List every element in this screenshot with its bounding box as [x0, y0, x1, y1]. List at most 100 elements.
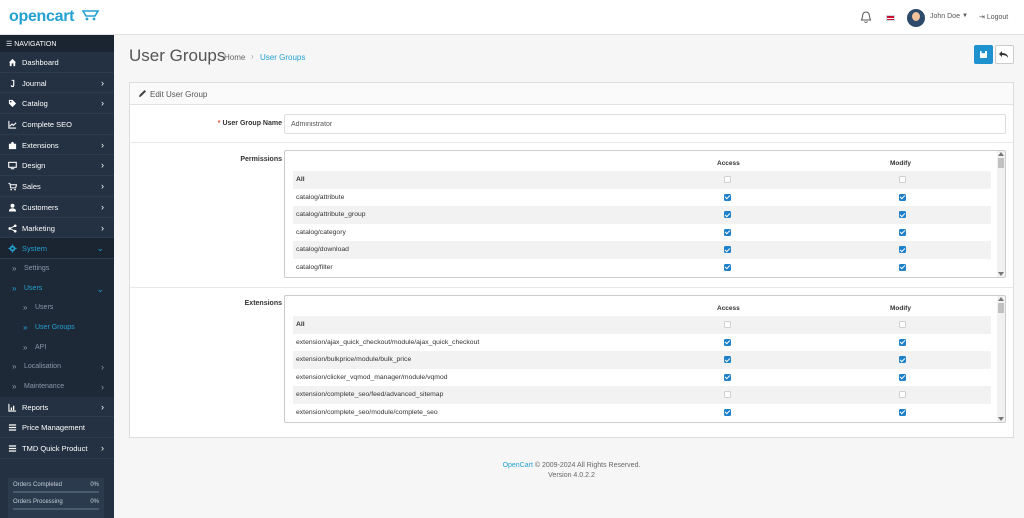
save-button[interactable] [974, 45, 993, 64]
modify-checkbox[interactable] [899, 211, 906, 219]
scroll-up-arrow-icon[interactable] [998, 297, 1004, 301]
user-group-name-label: * User Group Name [218, 120, 282, 127]
sidebar-item-label: Price Management [22, 423, 85, 433]
table-row: catalog/attribute_group [293, 206, 991, 224]
breadcrumb-current[interactable]: User Groups [260, 53, 305, 62]
sidebar-item-journal[interactable]: Journal › [0, 73, 114, 94]
scrollbar[interactable] [997, 296, 1005, 422]
sidebar-item-customers[interactable]: Customers › [0, 197, 114, 218]
double-chevron-icon: » [23, 322, 28, 332]
required-marker: * [217, 120, 221, 127]
chevron-down-icon: ⌄ [96, 243, 104, 254]
sidebar-subitem-user-groups[interactable]: » User Groups [0, 317, 114, 338]
access-checkbox[interactable] [724, 391, 731, 399]
sidebar-subitem-users-list[interactable]: » Users [0, 298, 114, 318]
access-checkbox[interactable] [724, 338, 731, 346]
access-checkbox[interactable] [724, 211, 731, 219]
sidebar-item-system[interactable]: System ⌄ [0, 238, 114, 259]
access-checkbox[interactable] [724, 263, 731, 271]
home-icon [8, 58, 17, 67]
modify-all-checkbox[interactable] [899, 176, 906, 183]
sidebar-item-label: Dashboard [22, 58, 59, 67]
access-checkbox[interactable] [724, 408, 731, 416]
route-label: extension/complete_seo/feed/advanced_sit… [296, 391, 444, 399]
copyright-line: OpenCart © 2009-2024 All Rights Reserved… [129, 461, 1014, 471]
stat-percent: 0% [90, 499, 99, 505]
caret-down-icon[interactable]: ▼ [962, 13, 968, 19]
modify-checkbox[interactable] [899, 338, 906, 346]
route-label: catalog/category [296, 228, 346, 236]
user-group-name-input[interactable] [284, 114, 1006, 134]
bell-icon[interactable] [860, 11, 872, 24]
access-checkbox[interactable] [724, 193, 731, 201]
extensions-list[interactable]: Access Modify All extension/ajax_quick_c… [284, 295, 1006, 423]
access-checkbox[interactable] [724, 356, 731, 364]
scrollbar[interactable] [997, 151, 1005, 277]
sidebar-subitem-localisation[interactable]: » Localisation › [0, 357, 114, 377]
progress-bar [13, 508, 99, 510]
logout-link[interactable]: ⇥ Logout [979, 13, 1008, 21]
opencart-link[interactable]: OpenCart [503, 462, 533, 469]
access-checkbox[interactable] [724, 228, 731, 236]
scroll-down-arrow-icon[interactable] [998, 272, 1004, 276]
modify-checkbox[interactable] [899, 193, 906, 201]
sidebar-item-dashboard[interactable]: Dashboard [0, 52, 114, 73]
sidebar-item-tmd-quick-product[interactable]: TMD Quick Product › [0, 438, 114, 459]
modify-checkbox[interactable] [899, 228, 906, 236]
double-chevron-icon: » [12, 263, 17, 273]
access-checkbox[interactable] [724, 246, 731, 254]
table-header: Access Modify [293, 296, 991, 316]
sidebar-item-design[interactable]: Design › [0, 155, 114, 177]
opencart-logo[interactable]: opencart [9, 8, 74, 26]
sidebar-item-label: TMD Quick Product [22, 444, 88, 454]
navigation-header[interactable]: ☰ NAVIGATION [0, 35, 114, 52]
sidebar-subitem-api[interactable]: » API [0, 337, 114, 358]
double-chevron-icon: » [12, 382, 17, 391]
access-all-checkbox[interactable] [724, 321, 731, 328]
table-row: extension/clicker_vqmod_manager/module/v… [293, 369, 991, 387]
scroll-thumb[interactable] [998, 158, 1004, 168]
route-label: extension/clicker_vqmod_manager/module/v… [296, 373, 448, 381]
breadcrumb-home[interactable]: Home [224, 53, 245, 62]
list-icon [8, 424, 17, 432]
stat-orders-completed: Orders Completed 0% [8, 478, 104, 495]
sidebar-subitem-users[interactable]: » Users ⌄ [0, 278, 114, 299]
back-button[interactable] [995, 45, 1014, 64]
modify-checkbox[interactable] [899, 408, 906, 416]
access-all-checkbox[interactable] [724, 176, 731, 183]
scroll-thumb[interactable] [998, 303, 1004, 313]
sidebar-subitem-settings[interactable]: » Settings [0, 258, 114, 279]
sidebar-item-catalog[interactable]: Catalog › [0, 93, 114, 115]
sidebar-item-extensions[interactable]: Extensions › [0, 135, 114, 156]
sidebar-item-sales[interactable]: Sales › [0, 176, 114, 197]
puzzle-icon [8, 141, 17, 149]
permissions-list[interactable]: Access Modify All catalog/attribute catal… [284, 150, 1006, 278]
user-name[interactable]: John Doe [930, 13, 960, 20]
modify-all-checkbox[interactable] [899, 321, 906, 328]
scroll-down-arrow-icon[interactable] [998, 417, 1004, 421]
sidebar-subitem-label: Settings [24, 264, 50, 272]
chevron-right-icon: › [101, 98, 104, 109]
table-row: catalog/download [293, 241, 991, 259]
sidebar-item-label: Journal [22, 78, 47, 88]
sidebar-item-complete-seo[interactable]: Complete SEO [0, 114, 114, 135]
sidebar-item-marketing[interactable]: Marketing › [0, 218, 114, 239]
modify-checkbox[interactable] [899, 391, 906, 399]
sidebar-item-price-management[interactable]: Price Management [0, 417, 114, 439]
modify-checkbox[interactable] [899, 263, 906, 271]
sidebar-item-reports[interactable]: Reports › [0, 397, 114, 418]
language-flag-icon[interactable] [886, 15, 895, 21]
modify-checkbox[interactable] [899, 356, 906, 364]
sidebar-item-label: Sales [22, 182, 41, 192]
column-access-header: Access [717, 305, 740, 312]
sidebar-subitem-label: Users [24, 284, 43, 292]
sidebar-subitem-maintenance[interactable]: » Maintenance › [0, 377, 114, 397]
modify-checkbox[interactable] [899, 373, 906, 381]
route-label: catalog/attribute [296, 193, 345, 201]
scroll-up-arrow-icon[interactable] [998, 152, 1004, 156]
avatar[interactable] [907, 9, 925, 27]
table-row: catalog/category [293, 224, 991, 242]
access-checkbox[interactable] [724, 373, 731, 381]
chart-line-icon [8, 120, 17, 129]
modify-checkbox[interactable] [899, 246, 906, 254]
